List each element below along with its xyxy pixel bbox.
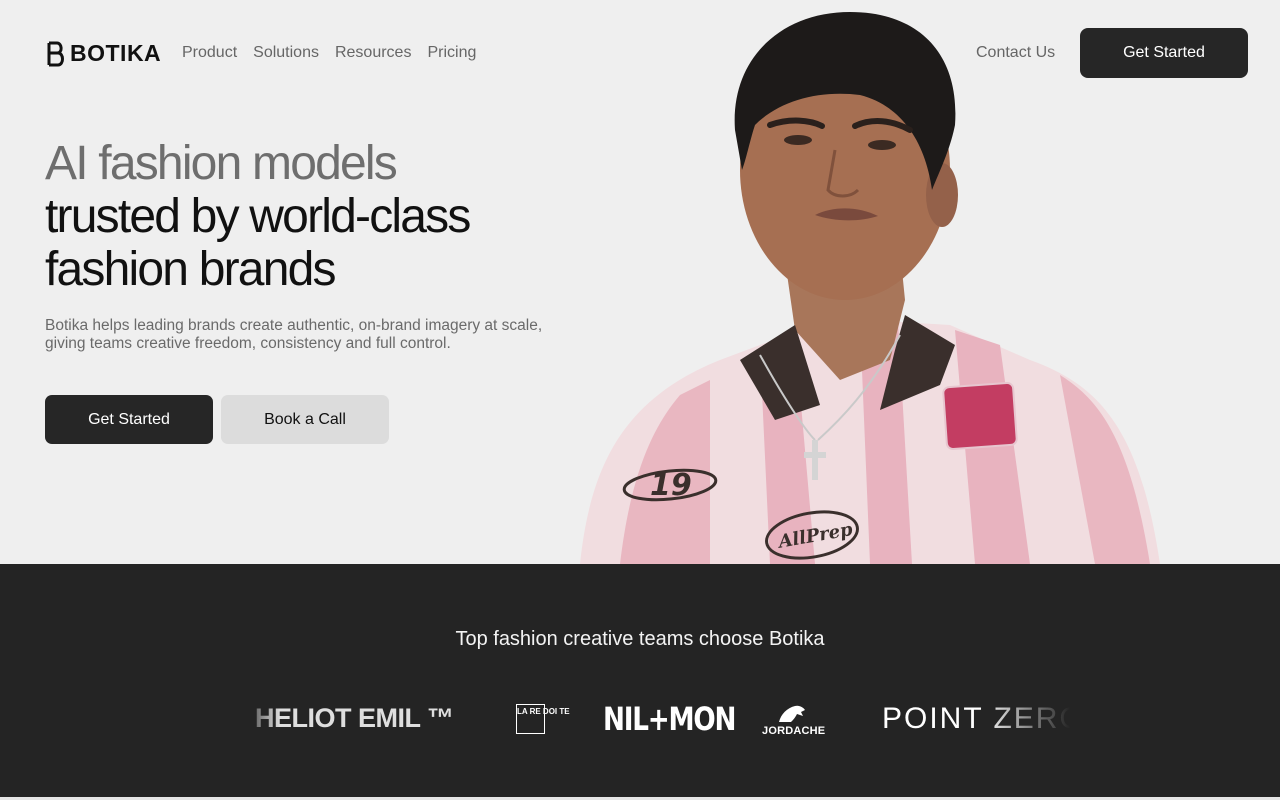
- nav-link-solutions[interactable]: Solutions: [253, 44, 319, 62]
- brands-title: Top fashion creative teams choose Botika: [455, 628, 825, 650]
- hero-section: 19 AllPrep BOTIKA Product Solutions Reso…: [0, 0, 1280, 564]
- nav-link-pricing[interactable]: Pricing: [427, 44, 476, 62]
- nav-links: Product Solutions Resources Pricing: [182, 44, 476, 62]
- top-navigation: BOTIKA Product Solutions Resources Prici…: [0, 0, 1280, 106]
- contact-us-link[interactable]: Contact Us: [976, 44, 1055, 62]
- jordache-wordmark: JORDACHE: [762, 725, 826, 737]
- hero-get-started-button[interactable]: Get Started: [45, 395, 213, 444]
- horse-head-icon: [779, 705, 805, 722]
- nav-get-started-button[interactable]: Get Started: [1080, 28, 1248, 78]
- logo-fade-right: [980, 690, 1070, 750]
- brand-logo-nil-mon: NIL+MON: [603, 700, 736, 738]
- botika-logo-icon: [47, 41, 64, 66]
- jersey-number: 19: [650, 468, 692, 503]
- headline-line-1: AI fashion models: [45, 137, 398, 190]
- hero-headline: AI fashion models trusted by world-class…: [45, 137, 471, 296]
- logo-text: BOTIKA: [70, 40, 162, 66]
- brand-logo-la-redoute: LA RE DOI TE: [516, 704, 570, 734]
- nav-link-product[interactable]: Product: [182, 44, 237, 62]
- brand-logo-heliot-emil: HELIOT EMIL ™: [255, 703, 454, 733]
- headline-line-2: trusted by world-class: [45, 190, 471, 243]
- hero-subtitle: Botika helps leading brands create authe…: [45, 317, 543, 352]
- botika-logo[interactable]: BOTIKA: [46, 40, 161, 67]
- logo-fade-left: [240, 690, 280, 750]
- book-a-call-button[interactable]: Book a Call: [221, 395, 389, 444]
- brand-logo-jordache: JORDACHE: [762, 704, 826, 737]
- nav-link-resources[interactable]: Resources: [335, 44, 411, 62]
- headline-line-3: fashion brands: [45, 243, 336, 296]
- brand-logos-section: [0, 564, 1280, 797]
